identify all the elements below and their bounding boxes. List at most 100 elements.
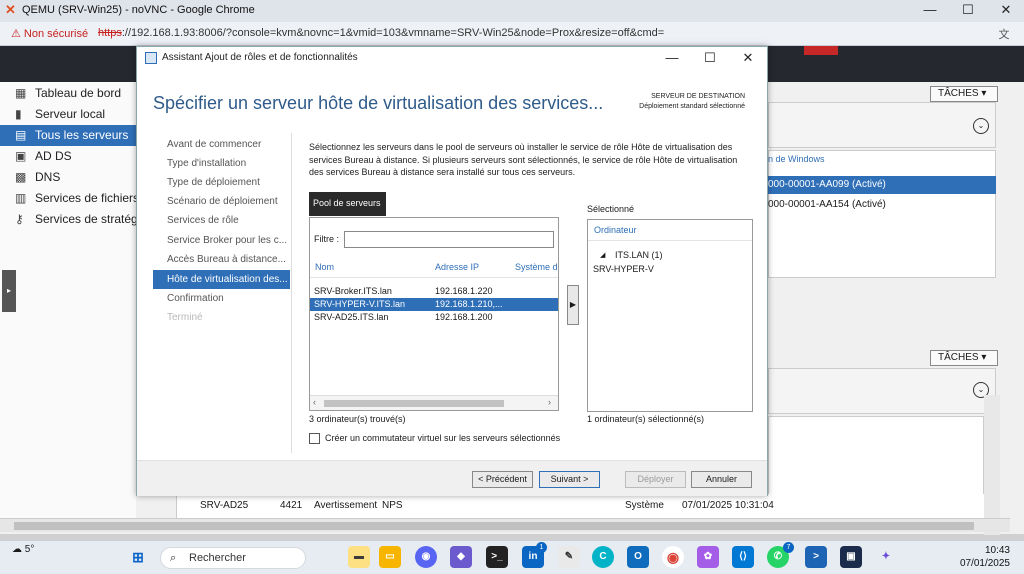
server-ip: 192.168.1.210,... <box>435 299 503 309</box>
policy-icon: ⚷ <box>15 212 24 226</box>
pool-horizontal-scrollbar[interactable]: ‹ › <box>310 395 558 410</box>
start-icon[interactable]: ⊞ <box>127 546 149 568</box>
nav-item-policy-services[interactable]: ⚷ Services de stratégie <box>0 209 136 230</box>
server-row[interactable]: SRV-Broker.ITS.lan 192.168.1.220 <box>310 285 558 298</box>
step-before-start[interactable]: Avant de commencer <box>167 135 261 154</box>
found-count: 3 ordinateur(s) trouvé(s) <box>309 414 406 424</box>
virtual-switch-checkbox[interactable] <box>309 433 320 444</box>
server-row-selected[interactable]: SRV-HYPER-V.ITS.lan 192.168.1.210,... <box>310 298 558 311</box>
dialog-minimize-button[interactable]: — <box>657 49 687 67</box>
top-panel <box>768 102 996 148</box>
destination-title: SERVEUR DE DESTINATION <box>651 93 745 100</box>
virtual-switch-label[interactable]: Créer un commutateur virtuel sur les ser… <box>325 433 560 443</box>
filter-label: Filtre : <box>314 234 340 244</box>
license-row[interactable]: 000-00001-AA099 (Activé) <box>768 176 996 194</box>
event-log: Système <box>625 500 664 511</box>
app-icon[interactable]: ✦ <box>875 546 897 568</box>
system-clock[interactable]: 10:43 07/01/2025 <box>948 544 1010 570</box>
nav-item-dashboard[interactable]: ▦ Tableau de bord <box>0 83 136 104</box>
step-service-broker[interactable]: Service Broker pour les c... <box>167 231 287 250</box>
app-icon[interactable]: ▣ <box>840 546 862 568</box>
notification-flag-icon[interactable] <box>804 46 838 55</box>
discord-icon[interactable]: ◉ <box>415 546 437 568</box>
powershell-icon[interactable]: > <box>805 546 827 568</box>
previous-button[interactable]: < Précédent <box>472 471 533 488</box>
security-label: Non sécurisé <box>23 28 89 40</box>
qemu-logo-icon: ✕ <box>5 2 16 17</box>
translate-icon[interactable]: 文 <box>996 26 1012 42</box>
description-text: Sélectionnez les serveurs dans le pool d… <box>309 142 738 177</box>
cancel-button[interactable]: Annuler <box>691 471 752 488</box>
app-icon[interactable]: ✎ <box>558 546 580 568</box>
taskbar-search[interactable]: ⌕ Rechercher <box>160 547 306 569</box>
search-placeholder: Rechercher <box>189 552 246 564</box>
tab-server-pool[interactable]: Pool de serveurs <box>309 192 386 216</box>
url-text[interactable]: https://192.168.1.93:8006/?console=kvm&n… <box>98 27 664 39</box>
selected-server[interactable]: SRV-HYPER-V <box>593 264 654 274</box>
destination-value: Déploiement standard sélectionné <box>639 103 745 110</box>
column-name[interactable]: Nom <box>315 262 334 272</box>
step-rd-access[interactable]: Accès Bureau à distance... <box>167 250 286 269</box>
scroll-thumb[interactable] <box>324 400 504 407</box>
scroll-thumb[interactable] <box>14 522 974 530</box>
step-deployment-scenario[interactable]: Scénario de déploiement <box>167 192 278 211</box>
cloud-icon: ☁ <box>12 544 22 555</box>
domain-group-label: ITS.LAN (1) <box>615 250 663 260</box>
event-id: 4421 <box>280 500 303 511</box>
nav-item-dns[interactable]: ▩ DNS <box>0 167 136 188</box>
scroll-left-icon[interactable]: ‹ <box>313 397 316 407</box>
column-divider <box>588 240 752 241</box>
maximize-button[interactable]: ☐ <box>950 0 986 22</box>
widgets-icon[interactable]: ▬ <box>348 546 370 568</box>
expand-circle-icon[interactable]: ⌄ <box>973 118 989 134</box>
filter-input[interactable] <box>344 231 554 248</box>
minimize-button[interactable]: — <box>912 0 948 22</box>
step-deployment-type[interactable]: Type de déploiement <box>167 173 260 192</box>
nav-label: DNS <box>35 170 61 184</box>
side-panel-toggle[interactable]: ▸ <box>2 270 16 312</box>
deploy-button: Déployer <box>625 471 686 488</box>
scroll-right-icon[interactable]: › <box>548 397 551 407</box>
nav-item-all-servers[interactable]: ▤ Tous les serveurs <box>0 125 136 146</box>
nav-item-file-services[interactable]: ▥ Services de fichiers et <box>0 188 136 209</box>
license-row[interactable]: 000-00001-AA154 (Activé) <box>768 196 996 214</box>
dialog-close-button[interactable]: ✕ <box>733 49 763 67</box>
file-explorer-icon[interactable]: ▭ <box>379 546 401 568</box>
tasks-dropdown-bottom[interactable]: TÂCHES ▾ <box>930 350 998 366</box>
dialog-title-bar: Assistant Ajout de rôles et de fonctionn… <box>137 47 767 69</box>
nav-item-ad-ds[interactable]: ▣ AD DS <box>0 146 136 167</box>
step-virtualization-host[interactable]: Hôte de virtualisation des... <box>153 270 290 289</box>
canva-icon[interactable]: C <box>592 546 614 568</box>
close-button[interactable]: ✕ <box>988 0 1024 22</box>
nav-item-local-server[interactable]: ▮ Serveur local <box>0 104 136 125</box>
dialog-maximize-button[interactable]: ☐ <box>695 49 725 67</box>
column-computer[interactable]: Ordinateur <box>594 225 637 235</box>
files-icon: ▥ <box>15 191 27 205</box>
address-bar[interactable]: ⚠ Non sécurisé https://192.168.1.93:8006… <box>0 22 1024 46</box>
next-button[interactable]: Suivant > <box>539 471 600 488</box>
vscode-icon[interactable]: ⟨⟩ <box>732 546 754 568</box>
vertical-scrollbar[interactable] <box>984 395 1000 535</box>
server-row[interactable]: SRV-AD25.ITS.lan 192.168.1.200 <box>310 311 558 324</box>
add-to-selection-button[interactable]: ▶ <box>567 285 579 325</box>
column-ip[interactable]: Adresse IP <box>435 262 479 272</box>
steps-divider <box>291 133 292 453</box>
weather-temp: 5° <box>24 544 35 555</box>
outlook-icon[interactable]: O <box>627 546 649 568</box>
chrome-icon[interactable]: ◉ <box>662 546 684 568</box>
step-install-type[interactable]: Type d'installation <box>167 154 246 173</box>
server-ip: 192.168.1.220 <box>435 286 493 296</box>
step-confirmation[interactable]: Confirmation <box>167 289 224 308</box>
horizontal-scrollbar[interactable] <box>0 518 1010 532</box>
step-role-services[interactable]: Services de rôle <box>167 211 239 230</box>
collapse-triangle-icon[interactable]: ◢ <box>600 251 605 259</box>
weather-widget[interactable]: ☁ 5° <box>12 544 34 555</box>
terminal-icon[interactable]: >_ <box>486 546 508 568</box>
step-finished: Terminé <box>167 312 203 323</box>
column-os[interactable]: Système d <box>515 262 558 272</box>
app-icon[interactable]: ◆ <box>450 546 472 568</box>
security-badge[interactable]: ⚠ Non sécurisé <box>6 26 96 42</box>
app-icon[interactable]: ✿ <box>697 546 719 568</box>
tasks-dropdown-top[interactable]: TÂCHES ▾ <box>930 86 998 102</box>
nav-label: Serveur local <box>35 107 106 121</box>
